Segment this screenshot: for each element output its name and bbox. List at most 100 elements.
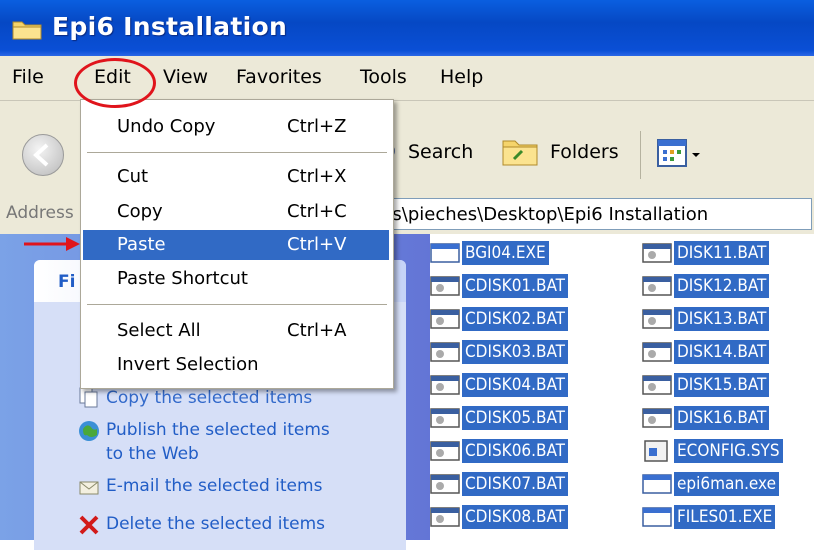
menu-item-label: Copy: [117, 201, 163, 222]
file-name: DISK12.BAT: [674, 274, 770, 298]
file-item[interactable]: DISK15.BAT: [642, 371, 770, 399]
menu-item-shortcut: Ctrl+C: [287, 201, 347, 222]
menu-favorites[interactable]: Favorites: [236, 66, 322, 88]
exe-file-icon: [642, 507, 672, 527]
task-publish-cont[interactable]: to the Web: [106, 442, 199, 466]
window-title: Epi6 Installation: [52, 12, 288, 41]
bat-file-icon: [642, 276, 672, 296]
address-path: gs\pieches\Desktop\Epi6 Installation: [381, 204, 709, 225]
annotation-circle: [74, 58, 156, 108]
file-name: CDISK03.BAT: [462, 340, 568, 364]
title-bar: Epi6 Installation: [0, 0, 814, 56]
menu-tools[interactable]: Tools: [360, 66, 407, 88]
bat-file-icon: [642, 408, 672, 428]
file-item[interactable]: CDISK08.BAT: [430, 503, 568, 531]
sys-file-icon: [644, 440, 668, 462]
file-name: BGI04.EXE: [462, 241, 549, 265]
menu-item-label: Select All: [117, 320, 201, 341]
menu-cut[interactable]: Cut Ctrl+X: [83, 162, 389, 192]
menu-item-label: Paste Shortcut: [117, 268, 248, 289]
menu-select-all[interactable]: Select All Ctrl+A: [83, 316, 389, 346]
file-item[interactable]: epi6man.exe: [642, 470, 779, 498]
file-item[interactable]: DISK13.BAT: [642, 305, 770, 333]
bat-file-icon: [642, 243, 672, 263]
file-item[interactable]: CDISK07.BAT: [430, 470, 568, 498]
bat-file-icon: [642, 309, 672, 329]
folders-button[interactable]: Folders: [550, 141, 619, 163]
file-item[interactable]: ECONFIG.SYS: [642, 437, 783, 465]
task-publish[interactable]: Publish the selected items: [106, 418, 330, 442]
file-item[interactable]: DISK14.BAT: [642, 338, 770, 366]
bat-file-icon: [430, 474, 460, 494]
bat-file-icon: [642, 375, 672, 395]
file-item[interactable]: FILES01.EXE: [642, 503, 776, 531]
file-name: CDISK05.BAT: [462, 406, 568, 430]
file-item[interactable]: CDISK04.BAT: [430, 371, 568, 399]
file-name: CDISK06.BAT: [462, 439, 568, 463]
file-name: CDISK07.BAT: [462, 472, 568, 496]
menu-item-shortcut: Ctrl+X: [287, 166, 347, 187]
folder-icon: [12, 21, 42, 40]
menu-paste[interactable]: Paste Ctrl+V: [83, 230, 389, 260]
menu-item-label: Undo Copy: [117, 116, 216, 137]
menu-invert-selection[interactable]: Invert Selection: [83, 350, 389, 380]
file-item[interactable]: BGI04.EXE: [430, 239, 549, 267]
menu-undo-copy[interactable]: Undo Copy Ctrl+Z: [83, 112, 389, 142]
file-name: FILES01.EXE: [674, 505, 776, 529]
file-item[interactable]: DISK11.BAT: [642, 239, 770, 267]
file-item[interactable]: CDISK06.BAT: [430, 437, 568, 465]
exe-file-icon: [430, 243, 460, 263]
file-list: BGI04.EXE CDISK01.BAT CDISK02.BAT CDISK0…: [430, 234, 814, 540]
file-name: DISK14.BAT: [674, 340, 770, 364]
edit-menu-dropdown: Undo Copy Ctrl+Z Cut Ctrl+X Copy Ctrl+C …: [80, 99, 394, 389]
exe-file-icon: [642, 474, 672, 494]
menu-paste-shortcut[interactable]: Paste Shortcut: [83, 264, 389, 294]
search-button[interactable]: Search: [408, 141, 473, 163]
file-name: DISK13.BAT: [674, 307, 770, 331]
file-item[interactable]: CDISK03.BAT: [430, 338, 568, 366]
bat-file-icon: [642, 342, 672, 362]
menu-item-label: Cut: [117, 166, 149, 187]
views-icon[interactable]: [656, 137, 706, 171]
file-name: DISK16.BAT: [674, 406, 770, 430]
menu-item-label: Invert Selection: [117, 354, 259, 375]
file-item[interactable]: CDISK02.BAT: [430, 305, 568, 333]
bat-file-icon: [430, 441, 460, 461]
file-name: ECONFIG.SYS: [674, 439, 783, 463]
bat-file-icon: [430, 507, 460, 527]
folders-icon: [502, 140, 538, 166]
file-name: DISK15.BAT: [674, 373, 770, 397]
task-copy[interactable]: Copy the selected items: [106, 386, 312, 410]
menu-separator: [87, 304, 387, 305]
task-delete[interactable]: Delete the selected items: [106, 512, 325, 536]
file-item[interactable]: CDISK05.BAT: [430, 404, 568, 432]
bat-file-icon: [430, 276, 460, 296]
menu-separator: [87, 152, 387, 153]
file-item[interactable]: CDISK01.BAT: [430, 272, 568, 300]
menu-item-shortcut: Ctrl+Z: [287, 116, 347, 137]
file-name: CDISK02.BAT: [462, 307, 568, 331]
address-label: Address: [6, 203, 74, 223]
file-tasks-title: Fi: [58, 272, 76, 292]
menu-help[interactable]: Help: [440, 66, 483, 88]
delete-icon: [79, 515, 99, 535]
file-item[interactable]: DISK12.BAT: [642, 272, 770, 300]
bat-file-icon: [430, 408, 460, 428]
toolbar-divider: [640, 131, 641, 179]
file-name: epi6man.exe: [674, 472, 779, 496]
menu-item-label: Paste: [117, 234, 166, 255]
file-name: DISK11.BAT: [674, 241, 770, 265]
task-email[interactable]: E-mail the selected items: [106, 474, 322, 498]
annotation-arrow-icon: [24, 237, 80, 251]
publish-icon: [79, 421, 99, 441]
menu-view[interactable]: View: [163, 66, 208, 88]
menu-item-shortcut: Ctrl+V: [287, 234, 347, 255]
bat-file-icon: [430, 375, 460, 395]
file-name: CDISK08.BAT: [462, 505, 568, 529]
file-item[interactable]: DISK16.BAT: [642, 404, 770, 432]
bat-file-icon: [430, 342, 460, 362]
menu-file[interactable]: File: [12, 66, 44, 88]
menu-item-shortcut: Ctrl+A: [287, 320, 347, 341]
back-button[interactable]: [22, 134, 64, 176]
menu-copy[interactable]: Copy Ctrl+C: [83, 197, 389, 227]
